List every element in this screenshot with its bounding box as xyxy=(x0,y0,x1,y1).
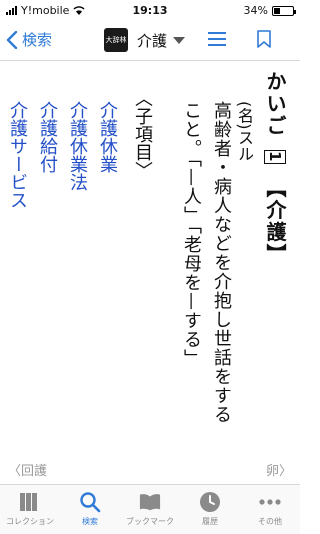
subitem-link[interactable]: 介護休業法 xyxy=(64,101,90,191)
history-clock-icon xyxy=(199,491,221,513)
battery-percent: 34% xyxy=(243,4,268,17)
tab-search[interactable]: 検索 xyxy=(60,485,120,534)
subitem-link[interactable]: 介護休業 xyxy=(94,101,120,173)
search-icon xyxy=(79,491,101,513)
chevron-down-icon[interactable] xyxy=(173,37,185,44)
back-button[interactable]: 検索 xyxy=(6,29,52,50)
definition-line-1: 高齢者・病人などを介抱し世話をする xyxy=(211,101,232,424)
bookmark-book-icon xyxy=(139,491,161,513)
definition-line-2: こと。「—人」「老母を—する」 xyxy=(181,101,202,368)
books-icon xyxy=(19,491,41,513)
battery-icon xyxy=(272,5,296,16)
tab-history[interactable]: 履歴 xyxy=(180,485,240,534)
tab-collection[interactable]: コレクション xyxy=(0,485,60,534)
tab-bar: コレクション 検索 ブックマーク 履歴 その他 xyxy=(0,484,300,534)
list-icon[interactable] xyxy=(208,32,226,46)
next-entry-link[interactable]: 卵〉 xyxy=(266,460,292,479)
status-right: 34% xyxy=(243,4,296,17)
subitem-link[interactable]: 介護サービス xyxy=(4,101,30,209)
headword-kanji: 【介護】 xyxy=(263,177,287,266)
entry-pager: 〈回護 卵〉 xyxy=(0,456,300,480)
chevron-left-icon xyxy=(6,30,18,49)
tab-label: その他 xyxy=(258,517,282,526)
tab-label: ブックマーク xyxy=(126,517,174,526)
dictionary-logo-text: 大辞林 xyxy=(105,36,127,44)
tab-label: コレクション xyxy=(6,517,54,526)
status-bar: Y!mobile 19:13 34% xyxy=(0,0,300,20)
tab-label: 検索 xyxy=(82,517,98,526)
part-of-speech: (名)スル xyxy=(235,101,254,162)
dictionary-title[interactable]: 介護 xyxy=(137,30,167,51)
bookmark-icon[interactable] xyxy=(257,30,271,48)
entry-headword: かいご 1 【介護】 xyxy=(261,71,290,265)
entry-content: かいご 1 【介護】 (名)スル 高齢者・病人などを介抱し世話をする こと。「—… xyxy=(0,61,300,456)
prev-entry-link[interactable]: 〈回護 xyxy=(8,460,47,479)
more-dots-icon xyxy=(259,491,281,513)
tab-more[interactable]: その他 xyxy=(240,485,300,534)
back-button-label: 検索 xyxy=(22,31,53,49)
nav-bar: 検索 大辞林 介護 xyxy=(0,20,300,61)
subitem-link[interactable]: 介護給付 xyxy=(34,101,60,173)
tab-label: 履歴 xyxy=(202,517,218,526)
sense-number: 1 xyxy=(264,149,286,165)
tab-bookmark[interactable]: ブックマーク xyxy=(120,485,180,534)
subitems-heading: 〈子項目〉 xyxy=(132,89,153,179)
headword-kana: かいご xyxy=(263,71,287,137)
dictionary-logo-icon[interactable]: 大辞林 xyxy=(104,28,128,52)
